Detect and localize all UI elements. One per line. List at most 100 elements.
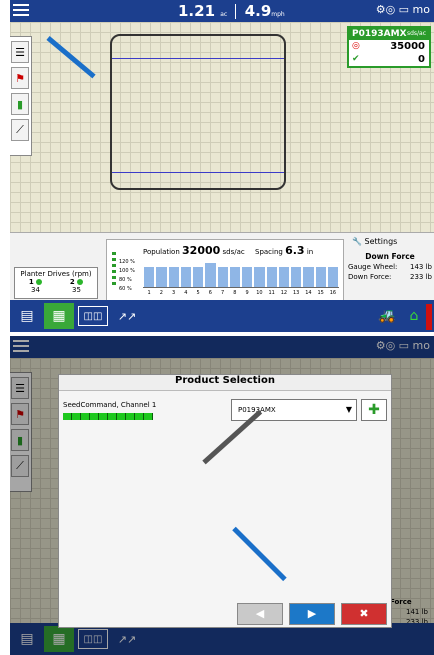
row-status-indicator bbox=[112, 252, 116, 286]
target-icon: ◎ bbox=[352, 41, 360, 51]
row-label-1: 1 bbox=[147, 290, 151, 296]
row-label-15: 15 bbox=[317, 290, 324, 296]
rate-icon: ✔ bbox=[352, 54, 360, 64]
drive-1-label: 1 bbox=[28, 278, 34, 286]
y-tick-3: 60 % bbox=[119, 286, 132, 292]
screen-product-selection: ⚙◎ ▭ mo ☰ ⚑ ▮ ⟋ Force d: 141 lb 233 lb ▤… bbox=[10, 336, 434, 655]
row-label-11: 11 bbox=[268, 290, 275, 296]
screen-main-run: 1.21 ac 4.9mph ⚙◎ ▭ mo ☰ ⚑ ▮ ⟋ P0193AMX s… bbox=[10, 0, 434, 332]
row-bar-1 bbox=[144, 266, 155, 287]
wrench-icon: 🔧 bbox=[352, 237, 362, 246]
product-selection-dialog: Product Selection SeedCommand, Channel 1… bbox=[58, 374, 392, 628]
row-label-12: 12 bbox=[280, 290, 288, 296]
back-button[interactable]: ◀ bbox=[237, 603, 283, 625]
flag-icon[interactable]: ⚑ bbox=[11, 67, 29, 89]
map-view[interactable]: ☰ ⚑ ▮ ⟋ P0193AMX sds/ac ◎ 35000 ✔ 0 bbox=[10, 22, 434, 232]
row-bar-9 bbox=[242, 266, 253, 287]
bottom-navbar: ▤ ▦ ◫◫ ↗↗ 🚜 ⌂ bbox=[10, 300, 434, 332]
spacing-label: Spacing bbox=[255, 248, 283, 256]
y-tick-0: 120 % bbox=[119, 259, 135, 265]
product-name: P0193AMX bbox=[352, 29, 407, 39]
row-bars bbox=[143, 262, 339, 288]
speed-readout: 1.21 ac 4.9mph bbox=[178, 2, 285, 20]
planter-drives-box[interactable]: Planter Drives (rpm) 1 2 34 35 bbox=[14, 267, 98, 299]
down-force-label: Down Force: bbox=[348, 273, 392, 281]
down-force-title: Down Force bbox=[365, 252, 415, 261]
actual-rate: 0 bbox=[418, 54, 425, 65]
channel-label: SeedCommand, Channel 1 bbox=[63, 401, 157, 409]
chart-icon[interactable]: ▮ bbox=[11, 93, 29, 115]
tractor-icon[interactable]: 🚜 bbox=[374, 303, 400, 329]
row-label-3: 3 bbox=[172, 290, 176, 296]
settings-label: Settings bbox=[364, 237, 398, 246]
row-label-5: 5 bbox=[196, 290, 200, 296]
row-bar-12 bbox=[278, 266, 289, 287]
row-bar-16 bbox=[327, 266, 338, 287]
channel-status-bar bbox=[63, 413, 153, 420]
row-label-7: 7 bbox=[221, 290, 225, 296]
row-bar-6 bbox=[205, 263, 216, 287]
next-button[interactable]: ▶ bbox=[289, 603, 335, 625]
spacing-value: 6.3 bbox=[285, 244, 305, 257]
target-rate: 35000 bbox=[390, 41, 425, 52]
row-label-10: 10 bbox=[256, 290, 263, 296]
drive-2-rpm: 35 bbox=[72, 286, 81, 294]
add-product-button[interactable]: ✚ bbox=[361, 399, 387, 421]
population-unit: sds/ac bbox=[222, 248, 245, 256]
top-bar: 1.21 ac 4.9mph ⚙◎ ▭ mo bbox=[10, 0, 434, 22]
population-chart[interactable]: Population 32000 sds/ac Spacing 6.3 in 1… bbox=[106, 239, 344, 301]
drive-2-label: 2 bbox=[69, 278, 75, 286]
row-bar-3 bbox=[168, 266, 179, 287]
status-icons[interactable]: ⚙◎ ▭ mo bbox=[376, 3, 430, 16]
alert-icon[interactable] bbox=[426, 304, 432, 330]
row-bar-5 bbox=[193, 266, 204, 287]
speed-value: 4.9 bbox=[244, 2, 272, 20]
area-unit: ac bbox=[220, 11, 228, 18]
row-bar-8 bbox=[229, 266, 240, 287]
area-value: 1.21 bbox=[178, 2, 216, 20]
row-label-16: 16 bbox=[329, 290, 337, 296]
speed-unit: mph bbox=[271, 11, 285, 18]
measure-icon[interactable]: ⟋ bbox=[11, 119, 29, 141]
spacing-unit: in bbox=[306, 248, 314, 256]
drives-title: Planter Drives (rpm) bbox=[20, 270, 92, 278]
row-label-6: 6 bbox=[208, 290, 212, 296]
guidance-icon[interactable]: ↗↗ bbox=[114, 303, 140, 329]
row-bar-15 bbox=[315, 266, 326, 287]
y-tick-2: 80 % bbox=[119, 277, 132, 283]
row-bar-2 bbox=[156, 266, 167, 287]
y-tick-1: 100 % bbox=[119, 268, 135, 274]
product-rate-box[interactable]: P0193AMX sds/ac ◎ 35000 ✔ 0 bbox=[347, 26, 431, 68]
drive-1-status-icon bbox=[36, 279, 43, 285]
menu-icon[interactable] bbox=[13, 4, 29, 18]
row-bar-13 bbox=[291, 266, 302, 287]
drive-1-rpm: 34 bbox=[31, 286, 40, 294]
row-label-2: 2 bbox=[159, 290, 163, 296]
dialog-title: Product Selection bbox=[59, 375, 391, 391]
cancel-button[interactable]: ✖ bbox=[341, 603, 387, 625]
home-icon[interactable]: ⌂ bbox=[404, 303, 424, 329]
field-boundary bbox=[110, 34, 286, 190]
summary-icon[interactable]: ▤ bbox=[14, 303, 40, 329]
row-bar-11 bbox=[266, 266, 277, 287]
product-unit: sds/ac bbox=[406, 30, 426, 37]
row-label-13: 13 bbox=[292, 290, 300, 296]
down-force-panel[interactable]: 🔧 Settings Down Force Gauge Wheel: 143 lb… bbox=[346, 233, 434, 301]
down-force-value: 233 lb bbox=[410, 273, 432, 281]
row-bar-14 bbox=[303, 266, 314, 287]
gauge-wheel-value: 143 lb bbox=[410, 263, 432, 271]
map-icon[interactable]: ▦ bbox=[44, 303, 74, 329]
row-bar-4 bbox=[180, 266, 191, 287]
row-label-4: 4 bbox=[184, 290, 188, 296]
gauge-wheel-label: Gauge Wheel: bbox=[348, 263, 398, 271]
population-label: Population bbox=[143, 248, 180, 256]
population-value: 32000 bbox=[182, 244, 221, 257]
row-label-14: 14 bbox=[305, 290, 312, 296]
legend-icon[interactable]: ☰ bbox=[11, 41, 29, 63]
y-axis: 120 % 100 % 80 % 60 % bbox=[119, 258, 135, 294]
split-view-icon[interactable]: ◫◫ bbox=[78, 306, 108, 326]
chevron-down-icon: ▼ bbox=[345, 405, 352, 414]
drive-2-status-icon bbox=[77, 279, 84, 285]
map-toolbar: ☰ ⚑ ▮ ⟋ bbox=[10, 36, 32, 156]
row-label-9: 9 bbox=[245, 290, 249, 296]
